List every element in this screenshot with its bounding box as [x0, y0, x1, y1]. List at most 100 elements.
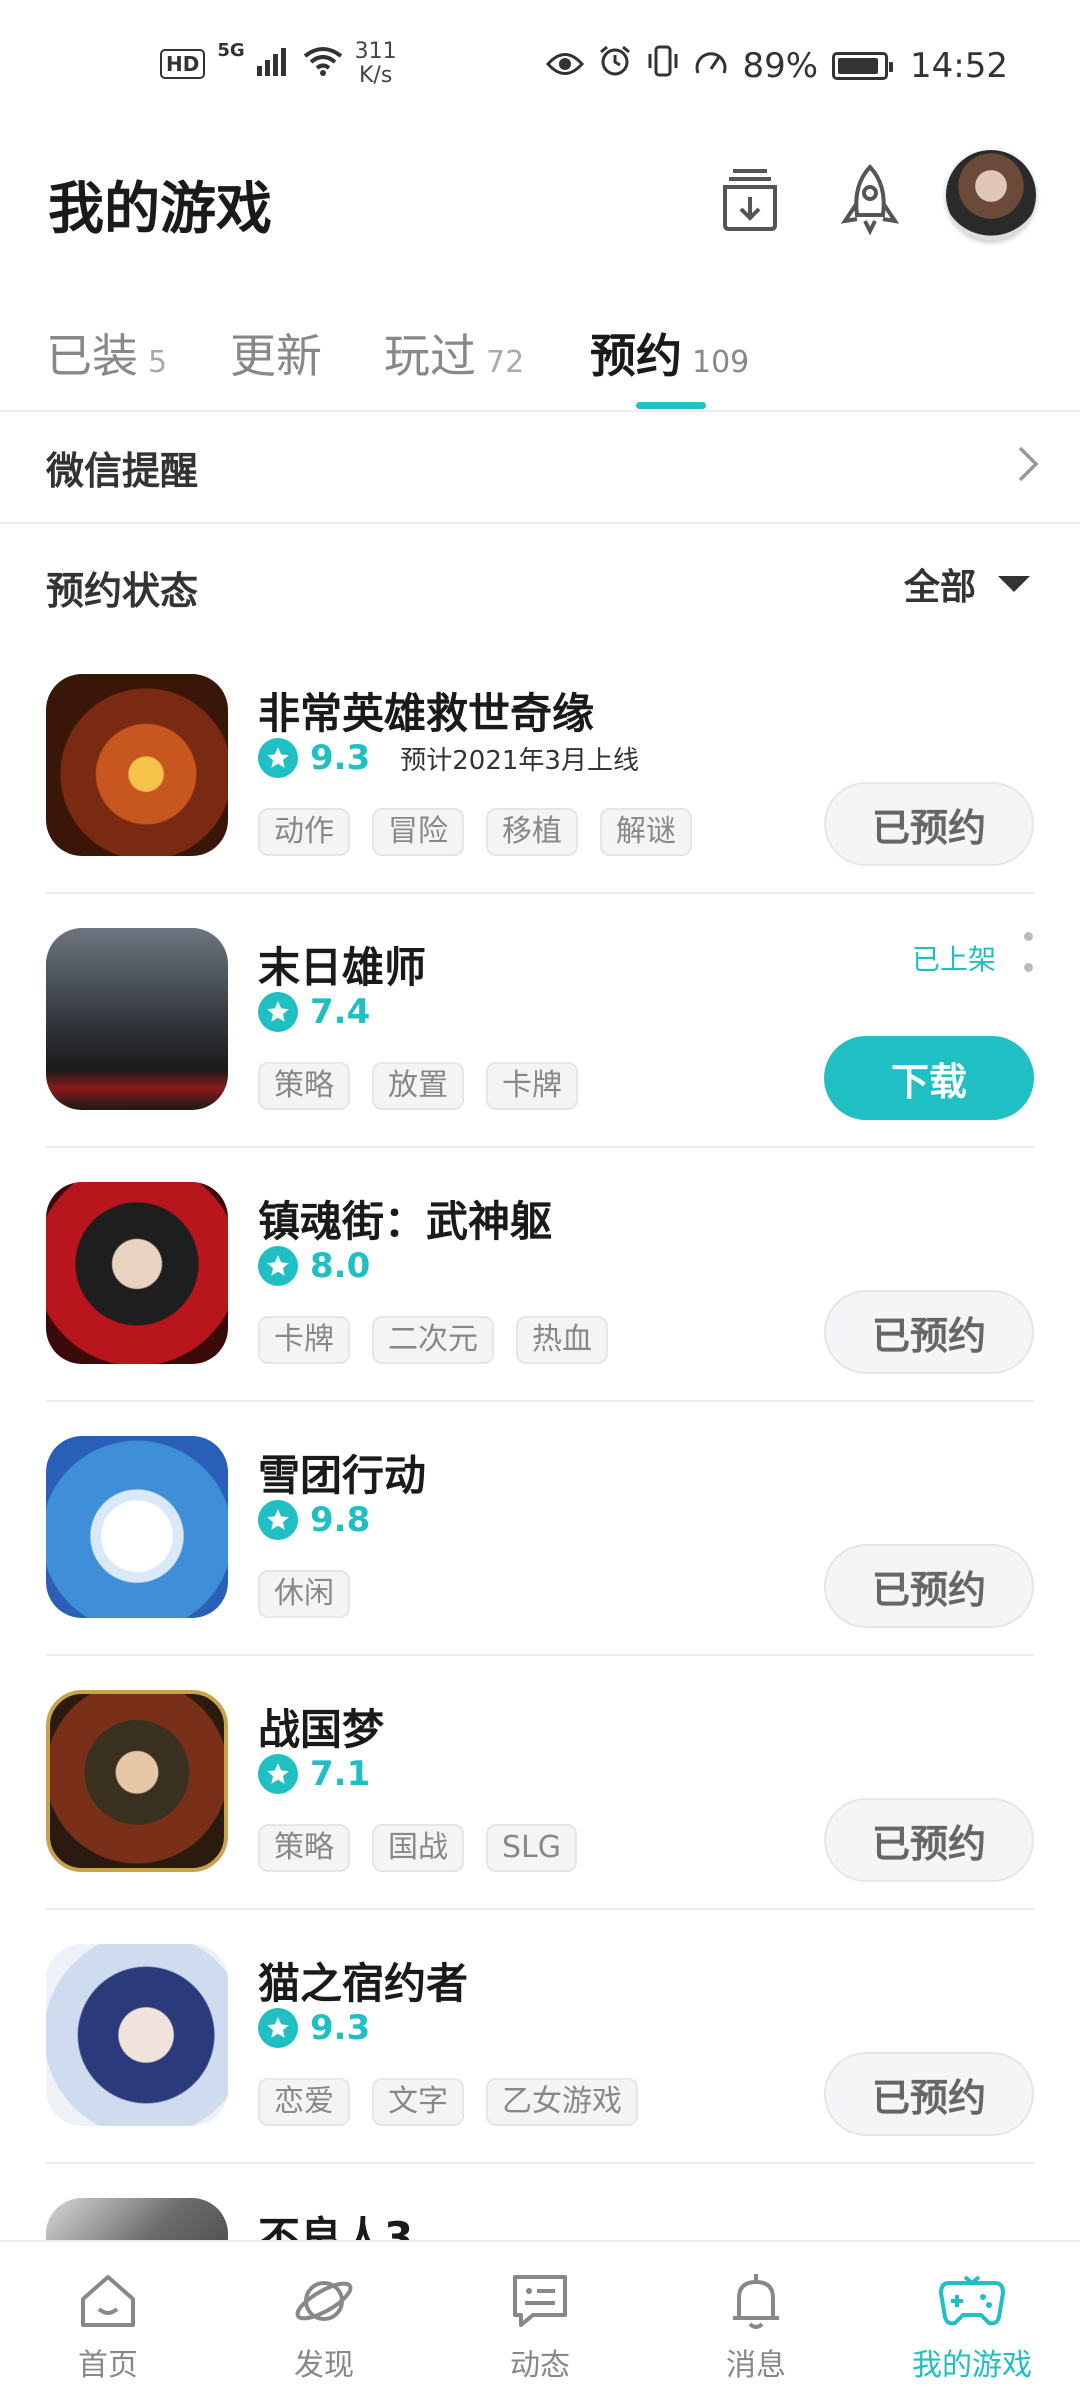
rating-score: 8.0: [310, 1246, 371, 1286]
status-bar: HD 5G 311 K/s 89% 14:52: [0, 0, 1080, 130]
tag[interactable]: 策略: [258, 1824, 350, 1872]
tab-updates[interactable]: 更新: [230, 320, 322, 386]
game-rating: 8.0: [258, 1246, 370, 1286]
game-rating: 7.4: [258, 992, 370, 1032]
game-item[interactable]: 非常英雄救世奇缘 9.3 预计2021年3月上线 动作 冒险 移植 解谜 已预约: [0, 640, 1080, 894]
tag-list: 休闲: [258, 1570, 350, 1618]
tag[interactable]: 恋爱: [258, 2078, 350, 2126]
clock-time: 14:52: [910, 45, 1008, 86]
star-icon: [258, 992, 298, 1032]
star-icon: [258, 2008, 298, 2048]
tag[interactable]: 热血: [516, 1316, 608, 1364]
game-name: 雪团行动: [258, 1451, 427, 1500]
page-title: 我的游戏: [48, 177, 272, 242]
wechat-reminder-row[interactable]: 微信提醒: [0, 412, 1080, 522]
tag[interactable]: 解谜: [600, 808, 692, 856]
tag[interactable]: 策略: [258, 1062, 350, 1110]
nav-label: 首页: [78, 2348, 138, 2383]
tag[interactable]: SLG: [486, 1824, 578, 1872]
star-icon: [258, 738, 298, 778]
tab-installed[interactable]: 已装 5: [46, 320, 167, 386]
game-name: 猫之宿约者: [258, 1959, 469, 2008]
battery-icon: [832, 51, 894, 80]
nav-label: 发现: [294, 2348, 354, 2383]
tag[interactable]: 休闲: [258, 1570, 350, 1618]
bell-icon: [686, 2266, 826, 2336]
tab-label: 玩过: [384, 329, 476, 383]
speedometer-icon: [694, 46, 728, 86]
wechat-reminder-label: 微信提醒: [46, 448, 199, 493]
eye-icon: [546, 46, 585, 86]
game-name: 镇魂街：武神躯: [258, 1197, 553, 1246]
tag[interactable]: 冒险: [372, 808, 464, 856]
game-item[interactable]: 雪团行动 9.8 休闲 已预约: [0, 1402, 1080, 1656]
bottom-nav: 首页 发现 动态 消息 我的游戏: [0, 2240, 1080, 2400]
tab-reserved[interactable]: 预约 109: [590, 320, 749, 386]
launched-label: 已上架: [911, 943, 996, 976]
star-icon: [258, 1754, 298, 1794]
game-item[interactable]: 镇魂街：武神躯 8.0 卡牌 二次元 热血 已预约: [0, 1148, 1080, 1402]
wifi-icon: [303, 46, 343, 83]
divider: [0, 522, 1080, 524]
tag[interactable]: 动作: [258, 808, 350, 856]
game-rating: 9.8: [258, 1500, 370, 1540]
tag[interactable]: 国战: [372, 1824, 464, 1872]
star-icon: [258, 1246, 298, 1286]
nav-home[interactable]: 首页: [38, 2266, 178, 2384]
game-name: 末日雄师: [258, 943, 427, 992]
reserved-button[interactable]: 已预约: [824, 1290, 1034, 1374]
avatar[interactable]: [946, 150, 1036, 240]
download-button[interactable]: 下载: [824, 1036, 1034, 1120]
speed-value: 311: [354, 39, 397, 64]
tag[interactable]: 卡牌: [486, 1062, 578, 1110]
reserved-button[interactable]: 已预约: [824, 1798, 1034, 1882]
reserved-button[interactable]: 已预约: [824, 782, 1034, 866]
tag[interactable]: 卡牌: [258, 1316, 350, 1364]
tag[interactable]: 移植: [486, 808, 578, 856]
rocket-icon[interactable]: [820, 150, 920, 250]
nav-my-games[interactable]: 我的游戏: [902, 2266, 1042, 2384]
game-item[interactable]: 猫之宿约者 9.3 恋爱 文字 乙女游戏 已预约: [0, 1910, 1080, 2164]
status-left: HD 5G 311 K/s: [160, 40, 397, 88]
game-icon: [46, 1944, 228, 2126]
game-item[interactable]: 末日雄师 已上架 7.4 策略 放置 卡牌 下载: [0, 894, 1080, 1148]
tag-list: 策略 放置 卡牌: [258, 1062, 578, 1110]
nav-discover[interactable]: 发现: [254, 2266, 394, 2384]
filter-value: 全部: [903, 567, 976, 608]
planet-icon: [254, 2266, 394, 2336]
tab-count: 5: [148, 345, 168, 380]
release-date: 预计2021年3月上线: [400, 745, 639, 776]
tab-played[interactable]: 玩过 72: [384, 320, 524, 386]
tag[interactable]: 文字: [372, 2078, 464, 2126]
chat-icon: [470, 2266, 610, 2336]
tab-label: 更新: [230, 329, 322, 383]
tab-indicator: [636, 402, 706, 409]
nav-messages[interactable]: 消息: [686, 2266, 826, 2384]
tab-label: 预约: [590, 329, 682, 383]
tag[interactable]: 二次元: [372, 1316, 494, 1364]
game-icon: [46, 928, 228, 1110]
reserved-button[interactable]: 已预约: [824, 2052, 1034, 2136]
status-filter-dropdown[interactable]: 全部: [904, 558, 1030, 610]
game-name: 战国梦: [258, 1705, 385, 1754]
more-options-icon[interactable]: [1022, 932, 1034, 972]
nav-feed[interactable]: 动态: [470, 2266, 610, 2384]
tag-list: 恋爱 文字 乙女游戏: [258, 2078, 638, 2126]
tag-list: 动作 冒险 移植 解谜: [258, 808, 692, 856]
tag[interactable]: 放置: [372, 1062, 464, 1110]
game-rating: 9.3: [258, 2008, 370, 2048]
vibrate-icon: [646, 44, 680, 87]
tab-label: 已装: [46, 329, 138, 383]
reservation-status-label: 预约状态: [46, 569, 199, 613]
tab-bar: 已装 5 更新 玩过 72 预约 109: [0, 290, 1080, 410]
tag[interactable]: 乙女游戏: [486, 2078, 638, 2126]
game-icon: [46, 674, 228, 856]
tab-count: 109: [692, 345, 750, 380]
game-item[interactable]: 战国梦 7.1 策略 国战 SLG 已预约: [0, 1656, 1080, 1910]
nav-label: 我的游戏: [912, 2348, 1032, 2383]
game-rating: 7.1: [258, 1754, 370, 1794]
network-label: 5G: [217, 40, 245, 61]
reserved-button[interactable]: 已预约: [824, 1544, 1034, 1628]
status-right: 89% 14:52: [546, 44, 1008, 87]
download-box-icon[interactable]: [700, 150, 800, 250]
